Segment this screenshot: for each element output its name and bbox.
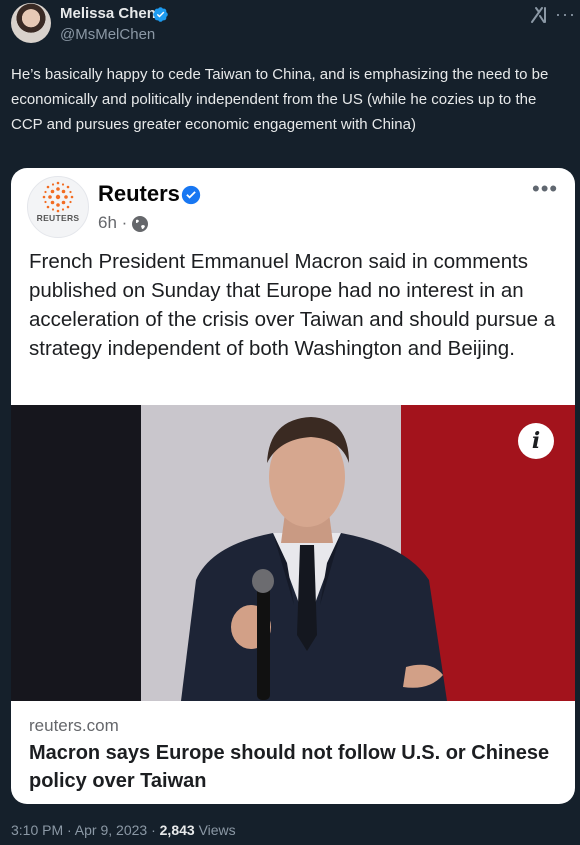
embedded-post-card[interactable]: REUTERS Reuters 6h · ••• French Presiden…: [11, 168, 575, 804]
author-name[interactable]: Melissa Chen: [60, 5, 156, 22]
verified-badge-icon: [153, 7, 168, 22]
avatar[interactable]: [11, 3, 51, 43]
tweet: Melissa Chen @MsMelChen ··· He’s basical…: [0, 0, 580, 845]
card-timestamp: 6h ·: [98, 213, 128, 232]
tweet-line: He’s basically happy to cede Taiwan to C…: [11, 66, 549, 83]
views-label: Views: [198, 822, 236, 838]
link-headline[interactable]: Macron says Europe should not follow U.S…: [29, 739, 559, 795]
grok-icon[interactable]: [529, 5, 549, 25]
verified-badge-icon: [181, 185, 201, 205]
tweet-line: economically and politically independent…: [11, 91, 537, 133]
views-count: 2,843: [159, 822, 195, 838]
link-domain[interactable]: reuters.com: [29, 716, 119, 736]
globe-icon: [132, 216, 148, 232]
info-icon[interactable]: i: [518, 423, 554, 459]
logo-text: REUTERS: [36, 213, 80, 223]
tweet-timestamp[interactable]: 3:10 PM · Apr 9, 2023 ·: [11, 822, 156, 838]
speaker-figure: [181, 417, 447, 701]
tweet-text: He’s basically happy to cede Taiwan to C…: [11, 62, 571, 137]
author-handle[interactable]: @MsMelChen: [60, 26, 155, 43]
more-icon[interactable]: ···: [555, 4, 576, 25]
tweet-footer: 3:10 PM · Apr 9, 2023 · 2,843 Views: [11, 822, 236, 838]
card-body-text: French President Emmanuel Macron said in…: [29, 250, 556, 360]
reuters-logo-icon: [42, 181, 74, 213]
article-photo[interactable]: i: [11, 405, 575, 701]
card-more-icon[interactable]: •••: [532, 176, 558, 202]
reuters-logo[interactable]: REUTERS: [27, 176, 89, 238]
card-source-name[interactable]: Reuters: [98, 181, 180, 207]
